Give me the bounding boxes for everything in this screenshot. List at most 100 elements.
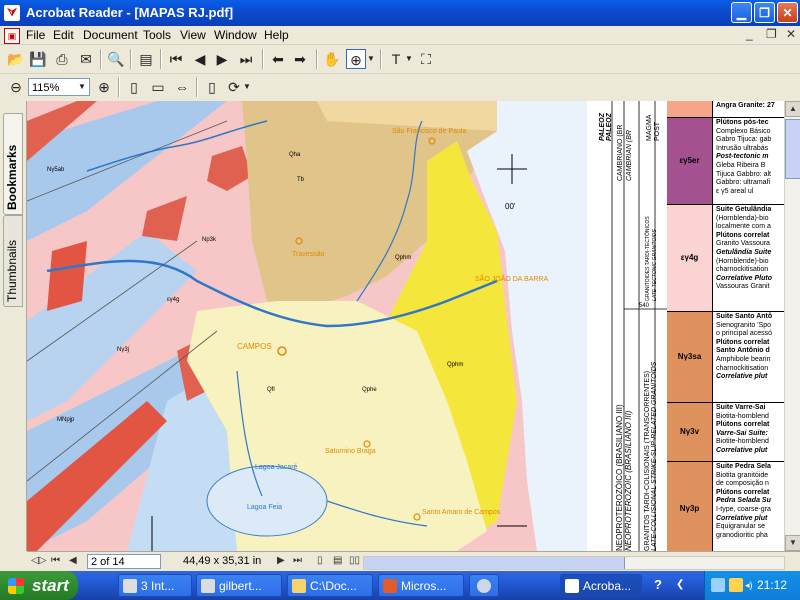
- document-icon[interactable]: ▣: [4, 28, 20, 44]
- taskbar-item-acrobat[interactable]: Acroba...: [560, 574, 642, 597]
- help-icon[interactable]: ?: [654, 577, 662, 592]
- save-icon[interactable]: 💾: [28, 49, 48, 69]
- menu-file[interactable]: File: [26, 28, 45, 42]
- fit-width-icon[interactable]: ⇔: [172, 77, 192, 97]
- vertical-caption: CAMBRIANO (BR: [617, 125, 624, 181]
- hand-tool-icon[interactable]: ✋: [322, 49, 342, 69]
- messenger-icon: [201, 579, 215, 593]
- scrollbar-thumb[interactable]: [785, 119, 800, 179]
- taskbar-item-folder[interactable]: C:\Doc...: [287, 574, 373, 597]
- security-alert-icon[interactable]: [729, 578, 743, 592]
- close-button[interactable]: ✕: [777, 2, 798, 23]
- vertical-caption: GRANITOIDES TARDI-TECTÔNICOS: [644, 216, 651, 301]
- legend-code: Nγ3sa: [677, 351, 702, 361]
- document-viewport[interactable]: São Francisco de Paula Travessão SÃO JOÃ…: [27, 101, 784, 551]
- unit-code: Qphm: [447, 362, 463, 368]
- chevron-left-icon[interactable]: ❮: [676, 579, 684, 590]
- main-toolbar: 📂 💾 ⎙ ✉ 🔍 ▤ ⏮ ◀ ▶ ⏭ ⬅ ➡ ✋ ⊕ ▼ T ▼ ⛶ ⍋Ado…: [0, 45, 800, 120]
- doc-minimize-button[interactable]: _: [746, 27, 753, 41]
- chevron-down-icon[interactable]: ▼: [76, 77, 88, 97]
- taskbar-item-messenger[interactable]: gilbert...: [196, 574, 282, 597]
- menu-edit[interactable]: Edit: [53, 28, 74, 42]
- legend-description: Suite Santo Antô Sienogranito 'Spo o princ…: [716, 313, 784, 382]
- doc-restore-button[interactable]: ❐: [766, 27, 777, 41]
- map-unit-granite: [47, 241, 87, 311]
- start-button[interactable]: start: [0, 571, 78, 600]
- legend-line: Complexo Básico: [716, 127, 771, 135]
- vertical-scrollbar[interactable]: ▲ ▼: [784, 101, 800, 551]
- legend-entry: Nγ3v Suite Varre-Sai Biotita-hornblend Plút…: [667, 403, 784, 462]
- chevron-down-icon[interactable]: ▼: [366, 49, 376, 69]
- unit-code: Qphm: [395, 255, 411, 261]
- previous-page-icon[interactable]: ◀: [69, 555, 77, 566]
- toolbar-separator: [262, 49, 264, 69]
- snapshot-tool-icon[interactable]: ⛶: [416, 49, 436, 69]
- print-icon[interactable]: ⎙: [52, 49, 72, 69]
- taskbar-item-internet-explorer[interactable]: 3 Int...: [118, 574, 192, 597]
- task-label: Micros...: [401, 579, 447, 593]
- page-layout-icon[interactable]: ◁▷: [31, 555, 46, 566]
- open-icon[interactable]: 📂: [6, 49, 26, 69]
- go-forward-icon[interactable]: ➡: [290, 49, 310, 69]
- scroll-up-icon[interactable]: ▲: [785, 101, 800, 117]
- horizontal-scrollbar[interactable]: [363, 556, 785, 570]
- facing-layout-icon[interactable]: ▯▯: [349, 555, 360, 566]
- task-label: C:\Doc...: [310, 579, 357, 593]
- legend-line: (Hornblenda)-bio: [716, 214, 769, 222]
- unit-code: εγ4g: [167, 297, 179, 303]
- fit-page-icon[interactable]: ▭: [148, 77, 168, 97]
- first-page-icon[interactable]: ⏮: [51, 555, 60, 566]
- next-page-icon[interactable]: ▶: [277, 555, 285, 566]
- previous-page-icon[interactable]: ◀: [190, 49, 210, 69]
- title-bar[interactable]: ⮛ Acrobat Reader - [MAPAS RJ.pdf] ▁ ❐ ✕: [0, 0, 800, 26]
- single-page-icon[interactable]: ▯: [202, 77, 222, 97]
- vertical-caption: NEOPROTEROZÓICO (BRASILIANO III): [615, 404, 624, 551]
- menu-tools[interactable]: Tools: [143, 28, 171, 42]
- last-page-icon[interactable]: ⏭: [293, 555, 302, 566]
- volume-icon[interactable]: ◂): [745, 580, 753, 591]
- go-back-icon[interactable]: ⬅: [268, 49, 288, 69]
- menu-view[interactable]: View: [180, 28, 206, 42]
- menu-window[interactable]: Window: [214, 28, 257, 42]
- page-number-field[interactable]: 2 of 14: [87, 554, 161, 569]
- zoom-in-icon[interactable]: ⊕: [94, 77, 114, 97]
- tab-bookmarks[interactable]: Bookmarks: [3, 113, 23, 215]
- doc-close-button[interactable]: ✕: [786, 27, 796, 41]
- network-icon[interactable]: [711, 578, 725, 592]
- vertical-caption: CAMBRIAN (BR: [626, 130, 633, 181]
- legend-line: Correlative Pluto: [716, 274, 773, 282]
- horizontal-scrollbar-thumb[interactable]: [364, 557, 625, 569]
- text-select-tool-icon[interactable]: T: [386, 49, 406, 69]
- chevron-down-icon[interactable]: ▼: [404, 49, 414, 69]
- place-label: Lagoa Feia: [247, 504, 282, 511]
- next-page-icon[interactable]: ▶: [212, 49, 232, 69]
- tab-thumbnails[interactable]: Thumbnails: [3, 215, 23, 307]
- menu-document[interactable]: Document: [83, 28, 138, 42]
- minimize-button[interactable]: ▁: [731, 2, 752, 23]
- legend-swatch: εγ5er: [667, 118, 713, 204]
- single-page-layout-icon[interactable]: ▯: [317, 555, 323, 566]
- zoom-out-icon[interactable]: ⊖: [6, 77, 26, 97]
- scroll-down-icon[interactable]: ▼: [785, 535, 800, 551]
- legend-swatch: εγ4g: [667, 205, 713, 311]
- legend-code: Nγ3v: [679, 426, 700, 436]
- legend-line: Correlative plut: [716, 446, 768, 454]
- legend-description: Angra Granite: 27: [716, 102, 784, 111]
- continuous-layout-icon[interactable]: ▤: [333, 555, 342, 566]
- rotate-view-icon[interactable]: ⟳: [224, 77, 244, 97]
- menu-help[interactable]: Help: [264, 28, 289, 42]
- actual-size-icon[interactable]: ▯: [124, 77, 144, 97]
- vertical-caption: LATE-TECTONIC GRANITOIDS: [652, 229, 658, 301]
- taskbar-item-powerpoint[interactable]: Micros...: [378, 574, 464, 597]
- first-page-icon[interactable]: ⏮: [166, 49, 186, 69]
- task-label: 3 Int...: [141, 579, 175, 593]
- email-icon[interactable]: ✉: [76, 49, 96, 69]
- navigation-pane-icon[interactable]: ▤: [136, 49, 156, 69]
- restore-button[interactable]: ❐: [754, 2, 775, 23]
- zoom-in-tool-icon[interactable]: ⊕: [346, 49, 366, 69]
- chevron-down-icon[interactable]: ▼: [242, 77, 252, 97]
- taskbar-item-cd-player[interactable]: [469, 574, 499, 597]
- last-page-icon[interactable]: ⏭: [236, 49, 256, 69]
- search-icon[interactable]: 🔍: [106, 49, 126, 69]
- legend-line: Gabro Tijuca: gab: [716, 136, 772, 144]
